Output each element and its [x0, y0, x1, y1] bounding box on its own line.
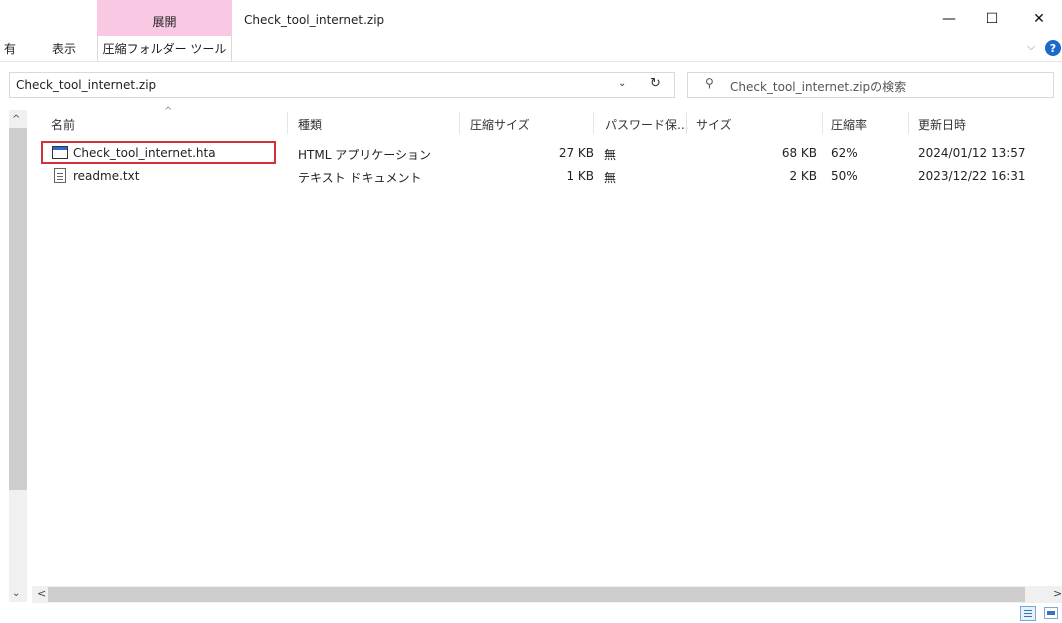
column-header-ratio[interactable]: 圧縮率 [831, 116, 867, 133]
file-modified: 2024/01/12 13:57 [918, 146, 1026, 160]
text-file-icon [54, 168, 66, 183]
file-compressed-size: 1 KB [566, 169, 594, 183]
refresh-icon[interactable]: ↻ [650, 76, 661, 91]
horizontal-scroll-thumb[interactable] [48, 587, 1025, 602]
file-password: 無 [604, 148, 617, 162]
file-ratio: 62% [831, 146, 858, 160]
search-placeholder: Check_tool_internet.zipの検索 [730, 80, 907, 94]
maximize-button[interactable]: ☐ [969, 0, 1015, 38]
large-icons-view-icon[interactable] [1044, 607, 1058, 619]
column-divider[interactable] [908, 112, 909, 134]
file-modified: 2023/12/22 16:31 [918, 169, 1026, 183]
file-type: テキスト ドキュメント [298, 171, 422, 185]
help-icon[interactable]: ? [1045, 40, 1061, 56]
column-divider[interactable] [822, 112, 823, 134]
column-divider[interactable] [593, 112, 594, 134]
file-size: 2 KB [789, 169, 817, 183]
sort-ascending-icon: ^ [164, 106, 173, 117]
file-type: HTML アプリケーション [298, 148, 431, 162]
tab-share[interactable]: 有 [4, 40, 16, 57]
column-header-size[interactable]: サイズ [696, 116, 732, 133]
column-divider[interactable] [686, 112, 687, 134]
column-divider[interactable] [287, 112, 288, 134]
file-ratio: 50% [831, 169, 858, 183]
column-divider[interactable] [459, 112, 460, 134]
file-size: 68 KB [781, 146, 817, 160]
scroll-right-icon[interactable]: > [1053, 587, 1062, 600]
ribbon-expand-icon[interactable]: ⌵ [1027, 40, 1035, 54]
window-title: Check_tool_internet.zip [244, 13, 385, 27]
tab-compressed-folder-tools[interactable]: 圧縮フォルダー ツール [97, 36, 232, 61]
close-button[interactable]: ✕ [1016, 0, 1062, 38]
ribbon-divider [0, 61, 1062, 62]
column-header-password[interactable]: パスワード保... [605, 116, 688, 133]
search-icon: ⚲ [705, 76, 714, 90]
chevron-down-icon[interactable]: ⌄ [618, 78, 626, 89]
file-password: 無 [604, 171, 617, 185]
column-header-type[interactable]: 種類 [298, 116, 322, 133]
maximize-icon: ☐ [985, 11, 999, 27]
file-compressed-size: 27 KB [558, 146, 594, 160]
navigation-scroll-thumb[interactable] [9, 128, 27, 490]
tab-view[interactable]: 表示 [52, 40, 76, 57]
minimize-button[interactable]: — [926, 0, 972, 38]
scroll-up-icon[interactable]: ^ [12, 114, 20, 125]
file-name[interactable]: readme.txt [73, 169, 139, 183]
tab-extract[interactable]: 展開 [97, 13, 232, 30]
minimize-icon: — [942, 11, 956, 27]
hta-file-icon [52, 146, 68, 159]
file-name[interactable]: Check_tool_internet.hta [73, 146, 216, 160]
column-header-compressed-size[interactable]: 圧縮サイズ [470, 116, 530, 133]
scroll-left-icon[interactable]: < [37, 587, 46, 600]
close-icon: ✕ [1033, 11, 1045, 27]
details-view-icon[interactable] [1020, 606, 1036, 621]
column-header-modified[interactable]: 更新日時 [918, 116, 966, 133]
column-header-name[interactable]: 名前 [51, 116, 75, 133]
scroll-down-icon[interactable]: ⌄ [12, 588, 20, 599]
address-path[interactable]: Check_tool_internet.zip [16, 78, 156, 92]
